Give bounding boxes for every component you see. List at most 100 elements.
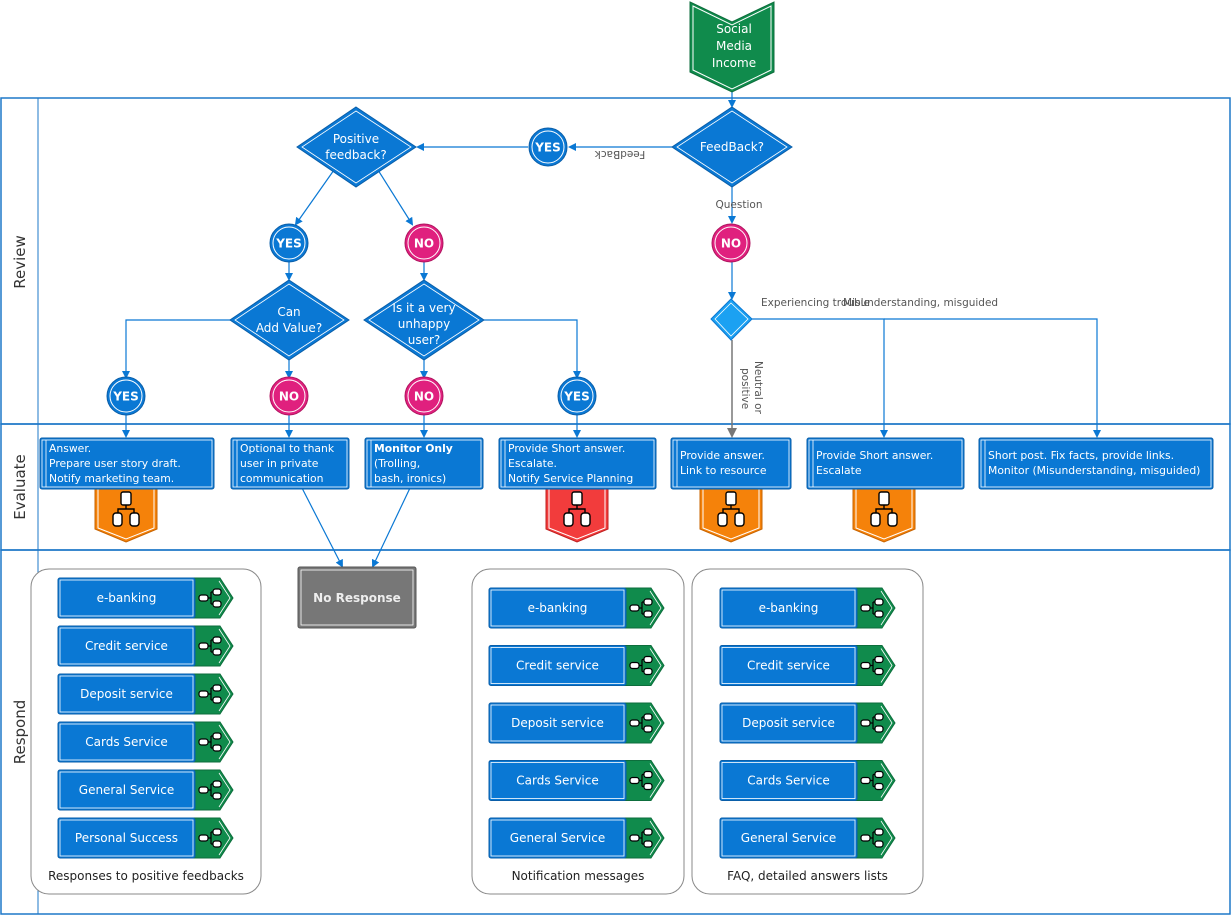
evaluate-box-line: Optional to thank xyxy=(240,442,335,455)
no-response-label: No Response xyxy=(313,591,401,605)
evaluate-box-title: Monitor Only xyxy=(374,442,453,455)
respond-group: e-banking Credit service Deposit service Ca… xyxy=(691,568,924,895)
service-item[interactable]: Credit service xyxy=(57,625,234,667)
evaluate-box[interactable]: Provide answer. Link to resource xyxy=(670,437,792,490)
group-caption: Responses to positive feedbacks xyxy=(48,869,244,883)
service-item[interactable]: Cards Service xyxy=(57,721,234,763)
service-item-label: Cards Service xyxy=(516,774,599,788)
outcome-label: YES xyxy=(534,141,561,155)
evaluate-box-line: Provide Short answer. xyxy=(508,442,625,455)
connector xyxy=(484,319,581,379)
service-item-label: Credit service xyxy=(516,659,599,673)
evaluate-box[interactable]: Provide Short answer. Escalate xyxy=(806,437,965,490)
edge-label-feedback: FeedBack xyxy=(594,148,645,160)
service-item-label: General Service xyxy=(510,831,605,845)
evaluate-box[interactable]: Answer. Prepare user story draft. Notify m… xyxy=(39,437,215,490)
evaluate-box-line: Provide answer. xyxy=(680,449,765,462)
evaluate-box[interactable]: Short post. Fix facts, provide links. Mon… xyxy=(978,437,1214,490)
respond-groups: e-banking Credit service Deposit service Ca… xyxy=(30,568,924,895)
service-item[interactable]: General Service xyxy=(719,817,896,859)
decision-add-value[interactable]: Can Add Value? xyxy=(229,279,350,361)
service-item[interactable]: Deposit service xyxy=(488,702,665,744)
service-item[interactable]: Credit service xyxy=(488,645,665,686)
evaluate-box-line: communication xyxy=(240,472,324,485)
service-item[interactable]: Credit service xyxy=(719,645,896,686)
outcome-label: NO xyxy=(279,390,299,404)
outcome-circle-no-positive[interactable]: NO xyxy=(404,223,444,263)
outcome-circle-no-question[interactable]: NO xyxy=(711,223,751,263)
evaluate-box-line: Escalate. xyxy=(508,457,557,470)
evaluate-box-line: Short post. Fix facts, provide links. xyxy=(988,449,1174,462)
decision-unhappy-user[interactable]: Is it a very unhappy user? xyxy=(363,279,485,361)
edge-label-positive: positive xyxy=(739,368,751,409)
start-node-line: Social xyxy=(716,22,752,36)
decision-unhappy-text: unhappy xyxy=(398,317,451,331)
hierarchy-badge-orange xyxy=(852,488,916,543)
outcome-circle-yes-add-value[interactable]: YES xyxy=(106,376,146,416)
edge-label-misunderstanding: Misunderstanding, misguided xyxy=(843,297,998,309)
lane-label-evaluate: Evaluate xyxy=(11,454,29,520)
decision-positive-feedback[interactable]: Positive feedback? xyxy=(296,106,417,188)
decision-feedback-text: FeedBack? xyxy=(700,140,764,154)
service-item[interactable]: Deposit service xyxy=(57,673,234,715)
hierarchy-badge-orange xyxy=(699,488,763,543)
service-item[interactable]: General Service xyxy=(57,769,234,811)
start-node-line: Media xyxy=(716,39,752,53)
connector xyxy=(884,318,1101,438)
decision-feedback[interactable]: FeedBack? xyxy=(671,106,793,188)
evaluate-actions: Answer. Prepare user story draft. Notify m… xyxy=(39,437,1214,543)
service-item-label: e-banking xyxy=(97,591,157,605)
service-item-label: Personal Success xyxy=(75,831,178,845)
group-caption: FAQ, detailed answers lists xyxy=(727,869,888,883)
hierarchy-badge-red xyxy=(545,488,609,543)
outcome-label: YES xyxy=(275,237,302,251)
decision-unhappy-text: user? xyxy=(408,333,441,347)
group-caption: Notification messages xyxy=(512,869,645,883)
service-item-label: Deposit service xyxy=(511,716,604,730)
service-item-label: Cards Service xyxy=(747,774,830,788)
service-item[interactable]: Deposit service xyxy=(719,702,896,744)
evaluate-box[interactable]: Provide Short answer. Escalate. Notify Ser… xyxy=(498,437,657,490)
connector xyxy=(294,169,335,226)
evaluate-box[interactable]: Optional to thank user in private communic… xyxy=(230,437,350,490)
service-item-label: e-banking xyxy=(528,601,588,615)
service-item-label: Deposit service xyxy=(742,716,835,730)
flowchart-canvas: Review Evaluate Respond FeedBack Questio… xyxy=(0,1,1231,915)
evaluate-box-line: Prepare user story draft. xyxy=(49,457,181,470)
outcome-label: NO xyxy=(414,390,434,404)
service-item-label: e-banking xyxy=(759,601,819,615)
service-item[interactable]: e-banking xyxy=(488,587,665,629)
decision-question-type[interactable] xyxy=(710,298,753,341)
service-item-label: General Service xyxy=(79,783,174,797)
evaluate-box-line: bash, ironics) xyxy=(374,472,446,485)
outcome-circle-yes-unhappy[interactable]: YES xyxy=(557,376,597,416)
outcome-circle-yes-feedback[interactable]: YES xyxy=(528,127,568,167)
service-item-label: Credit service xyxy=(747,659,830,673)
lane-label-respond: Respond xyxy=(11,700,29,765)
outcome-label: YES xyxy=(563,390,590,404)
outcome-circle-yes-positive[interactable]: YES xyxy=(269,223,309,263)
hierarchy-badge-orange xyxy=(94,488,158,543)
edge-label-question: Question xyxy=(716,199,763,211)
outcome-circle-no-add-value[interactable]: NO xyxy=(269,376,309,416)
no-response-node[interactable]: No Response xyxy=(297,566,417,629)
outcome-label: NO xyxy=(721,237,741,251)
evaluate-box[interactable]: Monitor Only (Trolling, bash, ironics) xyxy=(364,437,484,490)
start-node-social-media-income[interactable]: Social Media Income xyxy=(689,1,775,93)
service-item[interactable]: Cards Service xyxy=(719,760,896,801)
decision-outcomes: YES YES NO NO YES NO NO YES xyxy=(106,127,751,416)
evaluate-box-line: user in private xyxy=(240,457,319,470)
service-item[interactable]: e-banking xyxy=(57,577,234,619)
start-node-line: Income xyxy=(712,56,756,70)
outcome-label: YES xyxy=(112,390,139,404)
evaluate-box-line: Notify marketing team. xyxy=(49,472,174,485)
service-item[interactable]: Personal Success xyxy=(57,817,234,859)
evaluate-box-line: Provide Short answer. xyxy=(816,449,933,462)
decision-unhappy-text: Is it a very xyxy=(392,301,455,315)
service-item[interactable]: General Service xyxy=(488,817,665,859)
service-item[interactable]: Cards Service xyxy=(488,760,665,801)
service-item[interactable]: e-banking xyxy=(719,587,896,629)
service-item-label: General Service xyxy=(741,831,836,845)
outcome-circle-no-unhappy[interactable]: NO xyxy=(404,376,444,416)
evaluate-box-line: Link to resource xyxy=(680,464,767,477)
